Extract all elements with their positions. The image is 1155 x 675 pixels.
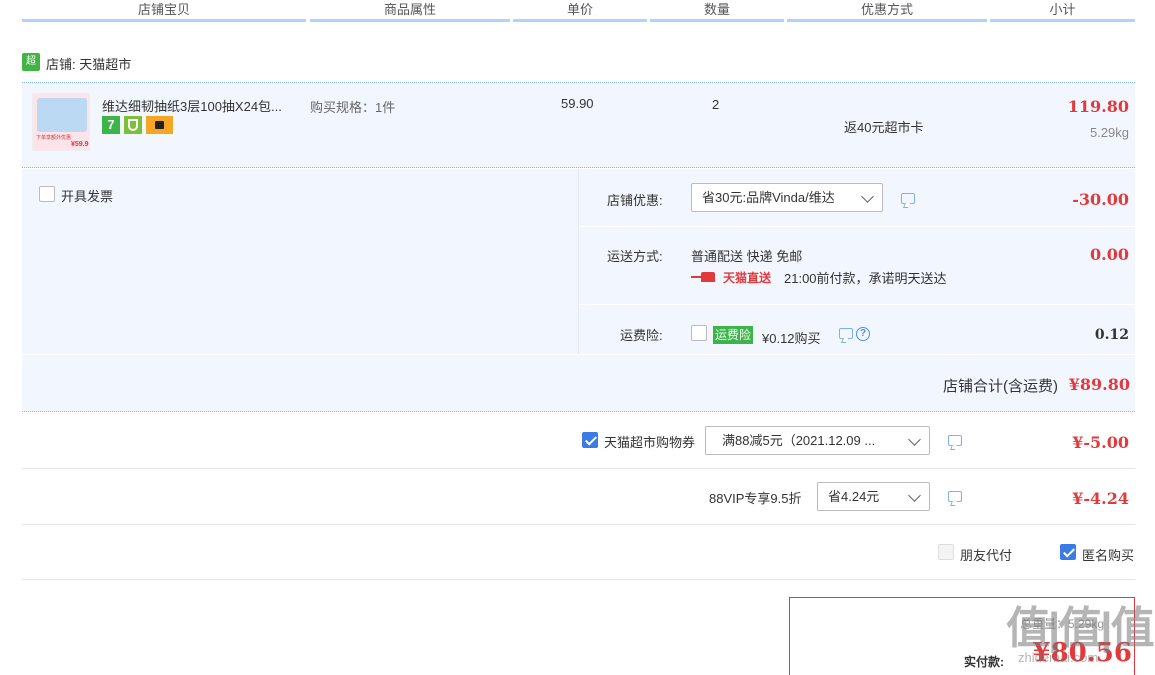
chevron-down-icon: [861, 190, 874, 203]
invoice-label: 开具发票: [61, 189, 114, 204]
coupon-label: 天猫超市购物券: [604, 435, 696, 450]
shop-discount-select[interactable]: 省30元:品牌Vinda/维达: [691, 183, 883, 212]
friend-pay-checkbox[interactable]: [938, 544, 954, 560]
thumbnail-art: [37, 98, 87, 132]
shop-total-amount: ¥89.80: [1068, 375, 1130, 394]
anonymous-checkbox[interactable]: [1060, 544, 1076, 560]
row-divider: [579, 304, 1135, 305]
message-icon[interactable]: [901, 193, 915, 204]
shield-shape: [128, 119, 138, 131]
vip-label: 88VIP专享9.5折: [709, 491, 802, 506]
coupon-select-value: 满88减5元（2021.12.09 ...: [722, 433, 876, 448]
tmall-direct-logo: 天猫直送: [723, 271, 772, 285]
coupon-amount: ¥-5.00: [1072, 433, 1129, 452]
header-col-subtotal: 小计: [990, 0, 1135, 22]
header-col-item: 店铺宝贝: [22, 0, 306, 22]
speed-line: [691, 276, 701, 278]
shop-discount-select-value: 省30元:品牌Vinda/维达: [702, 190, 835, 205]
message-icon[interactable]: [948, 491, 962, 502]
insurance-label: 运费险:: [620, 328, 663, 343]
anonymous-label: 匿名购买: [1082, 548, 1135, 563]
shipping-label: 运送方式:: [607, 249, 663, 264]
product-attribute: 购买规格：1件: [310, 100, 396, 115]
shipping-amount: 0.00: [1090, 245, 1129, 264]
shop-discount-label: 店铺优惠:: [607, 193, 663, 208]
item-subtotal: 119.80: [1067, 97, 1129, 116]
shipping-promise: 21:00前付款，承诺明天送达: [784, 271, 947, 286]
item-row: [22, 82, 1135, 168]
unit-price: 59.90: [561, 96, 594, 111]
product-thumbnail[interactable]: 下单享额外优惠 ¥59.9: [32, 93, 90, 151]
coupon-select[interactable]: 满88减5元（2021.12.09 ...: [705, 426, 930, 455]
insurance-badge: 运费险: [713, 326, 754, 344]
vip-select-value: 省4.24元: [828, 489, 880, 504]
insurance-amount: 0.12: [1094, 327, 1129, 343]
cart-header: 店铺宝贝 商品属性 单价 数量 优惠方式 小计: [22, 0, 1135, 24]
invoice-checkbox[interactable]: [39, 186, 55, 202]
watermark-logo: 值|值|值: [1006, 604, 1155, 653]
pay-label: 实付款:: [964, 655, 1004, 669]
shop-name[interactable]: 店铺: 天猫超市: [46, 54, 131, 73]
card-chip: [155, 121, 164, 129]
cat-head: [701, 272, 715, 282]
product-title[interactable]: 维达细韧抽纸3层100抽X24包...: [102, 96, 302, 115]
header-col-price: 单价: [513, 0, 647, 22]
vip-amount: ¥-4.24: [1072, 489, 1129, 508]
header-col-attr: 商品属性: [310, 0, 510, 22]
row-divider: [579, 226, 1135, 227]
quality-shield-icon: [124, 116, 142, 134]
thumbnail-price: ¥59.9: [71, 141, 89, 148]
header-col-promo: 优惠方式: [787, 0, 987, 22]
shop-discount-amount: -30.00: [1072, 190, 1129, 209]
tmall-cat-icon: [691, 270, 721, 284]
insurance-price: ¥0.12购买: [762, 331, 821, 346]
friend-pay-label: 朋友代付: [960, 548, 1013, 563]
row-divider: [22, 524, 1135, 525]
chevron-down-icon: [908, 433, 921, 446]
row-divider: [22, 579, 1135, 580]
vip-select[interactable]: 省4.24元: [817, 482, 930, 511]
promo-text: 返40元超市卡: [844, 120, 924, 135]
card-payment-icon: [146, 116, 173, 134]
coupon-checkbox[interactable]: [582, 432, 598, 448]
message-icon[interactable]: [948, 435, 962, 446]
quantity: 2: [712, 97, 720, 112]
help-question-icon[interactable]: ?: [856, 327, 870, 341]
header-col-qty: 数量: [650, 0, 784, 22]
shipping-method: 普通配送 快递 免邮: [691, 249, 803, 264]
message-icon[interactable]: [839, 328, 853, 339]
thumbnail-caption: 下单享额外优惠: [36, 135, 72, 141]
tmall-supermarket-icon: 超市: [22, 53, 40, 85]
watermark-site: zhidemai.com: [1018, 650, 1099, 665]
row-divider: [22, 354, 1135, 355]
shop-total-label: 店铺合计(含运费): [943, 378, 1058, 395]
chevron-down-icon: [908, 489, 921, 502]
item-weight: 5.29kg: [1089, 125, 1129, 140]
seven-day-return-icon: 7: [102, 116, 120, 134]
insurance-checkbox[interactable]: [691, 325, 707, 341]
row-divider: [22, 468, 1135, 469]
